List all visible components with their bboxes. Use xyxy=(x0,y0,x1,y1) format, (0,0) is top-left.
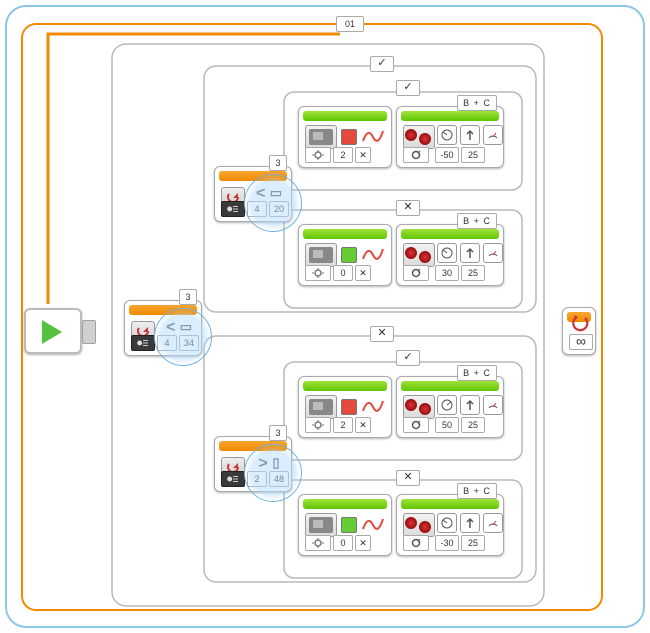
move-mode-icon[interactable] xyxy=(403,417,429,433)
move-ports[interactable]: B + C xyxy=(457,483,497,499)
loop-end-block[interactable]: ∞ xyxy=(562,307,596,355)
pulse-icon xyxy=(361,395,385,417)
move-mode-icon[interactable] xyxy=(403,265,429,281)
switch-threshold-index[interactable]: 4 xyxy=(247,201,267,217)
brick-status-light-block[interactable]: 2 ✕ xyxy=(298,106,392,168)
move-ports[interactable]: B + C xyxy=(457,95,497,111)
sequence-rail xyxy=(82,320,96,344)
pulse-icon xyxy=(361,125,385,147)
loop-return-icon xyxy=(571,314,589,332)
move-mode-icon[interactable] xyxy=(403,147,429,163)
switch-color-sensor-lower[interactable]: 3 > ▯ 2 48 xyxy=(214,436,292,492)
switch-threshold-index[interactable]: 4 xyxy=(157,335,177,351)
switch-port[interactable]: 3 xyxy=(269,425,287,441)
move-steering-value[interactable]: 30 xyxy=(435,265,459,281)
led-color-index[interactable]: 2 xyxy=(333,147,353,163)
move-power-value[interactable]: 25 xyxy=(461,417,485,433)
led-pulse-flag[interactable]: ✕ xyxy=(355,417,371,433)
start-block[interactable] xyxy=(24,308,82,354)
upper-case-true-tab[interactable]: ✓ xyxy=(396,80,420,96)
direction-icon xyxy=(460,243,480,263)
lower-case-true-tab[interactable]: ✓ xyxy=(396,350,420,366)
switch-color-sensor-upper[interactable]: 3 < ▭ 4 20 xyxy=(214,166,292,222)
move-power-value[interactable]: 25 xyxy=(461,265,485,281)
power-gauge-icon xyxy=(483,125,503,145)
led-mode-icon[interactable] xyxy=(305,535,331,551)
led-pulse-flag[interactable]: ✕ xyxy=(355,147,371,163)
brick-status-light-block[interactable]: 2 ✕ xyxy=(298,376,392,438)
brick-icon xyxy=(305,125,337,149)
move-power-value[interactable]: 25 xyxy=(461,535,485,551)
switch-threshold-value[interactable]: 34 xyxy=(179,335,199,351)
led-mode-icon[interactable] xyxy=(305,417,331,433)
lower-case-false-tab[interactable]: ✕ xyxy=(396,470,420,486)
pulse-icon xyxy=(361,243,385,265)
switch-threshold-value[interactable]: 20 xyxy=(269,201,289,217)
power-gauge-icon xyxy=(483,243,503,263)
move-steering-block[interactable]: B + C 30 25 xyxy=(396,224,504,286)
pulse-icon xyxy=(361,513,385,535)
direction-icon xyxy=(460,125,480,145)
brick-icon xyxy=(305,243,337,267)
led-mode-icon[interactable] xyxy=(305,147,331,163)
loop-name-badge[interactable]: 01 xyxy=(336,16,364,32)
led-color-swatch xyxy=(341,399,357,415)
led-pulse-flag[interactable]: ✕ xyxy=(355,535,371,551)
steering-dial-icon xyxy=(437,513,457,533)
brick-status-light-block[interactable]: 0 ✕ xyxy=(298,224,392,286)
power-gauge-icon xyxy=(483,395,503,415)
switch-port[interactable]: 3 xyxy=(269,155,287,171)
brick-icon xyxy=(305,395,337,419)
led-color-index[interactable]: 2 xyxy=(333,417,353,433)
steering-dial-icon xyxy=(437,395,457,415)
sensor-mode-icon[interactable] xyxy=(221,471,245,487)
upper-case-false-tab[interactable]: ✕ xyxy=(396,200,420,216)
move-steering-block[interactable]: B + C -30 25 xyxy=(396,494,504,556)
led-color-swatch xyxy=(341,517,357,533)
program-canvas: { "loop": { "name": "01", "end_mode": "i… xyxy=(0,0,650,633)
switch-color-sensor-outer[interactable]: 3 < ▭ 4 34 xyxy=(124,300,202,356)
led-color-index[interactable]: 0 xyxy=(333,265,353,281)
play-icon xyxy=(42,320,62,344)
move-mode-icon[interactable] xyxy=(403,535,429,551)
move-ports[interactable]: B + C xyxy=(457,213,497,229)
outer-case-true-tab[interactable]: ✓ xyxy=(370,56,394,72)
led-color-index[interactable]: 0 xyxy=(333,535,353,551)
steering-dial-icon xyxy=(437,125,457,145)
direction-icon xyxy=(460,513,480,533)
switch-threshold-value[interactable]: 48 xyxy=(269,471,289,487)
move-steering-value[interactable]: 50 xyxy=(435,417,459,433)
brick-status-light-block[interactable]: 0 ✕ xyxy=(298,494,392,556)
sensor-mode-icon[interactable] xyxy=(221,201,245,217)
move-steering-block[interactable]: B + C -50 25 xyxy=(396,106,504,168)
loop-condition-infinite[interactable]: ∞ xyxy=(569,334,593,350)
brick-icon xyxy=(305,513,337,537)
led-color-swatch xyxy=(341,129,357,145)
power-gauge-icon xyxy=(483,513,503,533)
led-mode-icon[interactable] xyxy=(305,265,331,281)
move-ports[interactable]: B + C xyxy=(457,365,497,381)
move-steering-value[interactable]: -50 xyxy=(435,147,459,163)
outer-case-false-tab[interactable]: ✕ xyxy=(370,326,394,342)
move-steering-value[interactable]: -30 xyxy=(435,535,459,551)
led-pulse-flag[interactable]: ✕ xyxy=(355,265,371,281)
switch-port[interactable]: 3 xyxy=(179,289,197,305)
move-power-value[interactable]: 25 xyxy=(461,147,485,163)
sensor-mode-icon[interactable] xyxy=(131,335,155,351)
direction-icon xyxy=(460,395,480,415)
switch-threshold-index[interactable]: 2 xyxy=(247,471,267,487)
move-steering-block[interactable]: B + C 50 25 xyxy=(396,376,504,438)
steering-dial-icon xyxy=(437,243,457,263)
led-color-swatch xyxy=(341,247,357,263)
